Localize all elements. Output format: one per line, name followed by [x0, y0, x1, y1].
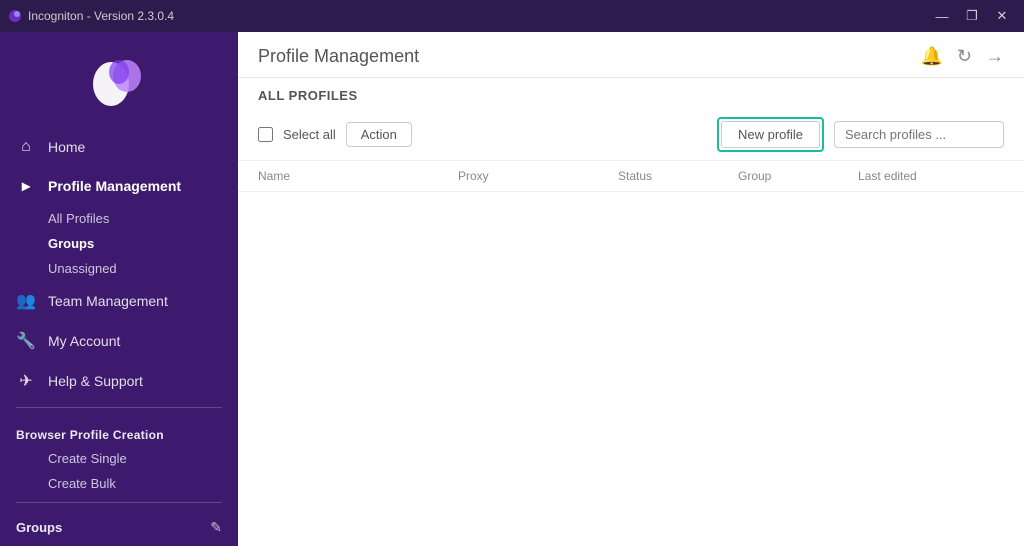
browser-profile-creation-label: Browser Profile Creation	[0, 414, 238, 446]
sidebar-item-help-label: Help & Support	[48, 373, 143, 389]
groups-section-row: Groups ✎	[0, 509, 238, 540]
table-header: Name Proxy Status Group Last edited	[238, 161, 1024, 192]
sidebar-item-home-label: Home	[48, 139, 85, 155]
sidebar-unassigned-group[interactable]: Unassigned (0)	[0, 540, 238, 546]
logo-svg	[89, 52, 149, 112]
col-header-group: Group	[738, 169, 858, 183]
cursor-icon: ▸	[16, 176, 36, 196]
sidebar-sub-groups[interactable]: Groups	[0, 231, 238, 256]
sidebar-item-help-support[interactable]: ✈ Help & Support	[0, 361, 238, 401]
sidebar-logo	[0, 32, 238, 128]
home-icon: ⌂	[16, 138, 36, 156]
title-bar: Incogniton - Version 2.3.0.4 — ❐ ✕	[0, 0, 1024, 32]
app-body: ⌂ Home ▸ Profile Management All Profiles…	[0, 32, 1024, 546]
page-title: Profile Management	[258, 46, 419, 67]
minimize-button[interactable]: —	[928, 5, 956, 27]
divider-2	[16, 502, 222, 503]
col-header-status: Status	[618, 169, 738, 183]
toolbar-right: New profile	[717, 117, 1004, 152]
col-header-last-edited: Last edited	[858, 169, 1004, 183]
main-content: Profile Management 🔔 ↻ → ALL PROFILES Se…	[238, 32, 1024, 546]
new-profile-button[interactable]: New profile	[721, 121, 820, 148]
new-profile-btn-wrapper: New profile	[717, 117, 824, 152]
wrench-icon: 🔧	[16, 331, 36, 351]
col-header-name: Name	[258, 169, 458, 183]
search-profiles-input[interactable]	[834, 121, 1004, 148]
sidebar-nav: ⌂ Home ▸ Profile Management All Profiles…	[0, 128, 238, 546]
maximize-button[interactable]: ❐	[958, 5, 986, 27]
groups-edit-icon[interactable]: ✎	[210, 519, 222, 536]
sidebar-sub-unassigned[interactable]: Unassigned	[0, 256, 238, 281]
header-icons: 🔔 ↻ →	[920, 46, 1004, 67]
sidebar-item-profile-management-label: Profile Management	[48, 178, 181, 194]
close-button[interactable]: ✕	[988, 5, 1016, 27]
send-icon: ✈	[16, 371, 36, 391]
section-title-bar: ALL PROFILES	[238, 78, 1024, 111]
title-bar-left: Incogniton - Version 2.3.0.4	[8, 9, 174, 23]
toolbar: Select all Action New profile	[238, 111, 1024, 161]
sidebar-sub-all-profiles[interactable]: All Profiles	[0, 206, 238, 231]
sidebar-item-team-management[interactable]: 👥 Team Management	[0, 281, 238, 321]
title-bar-controls: — ❐ ✕	[928, 5, 1016, 27]
sidebar-create-single[interactable]: Create Single	[0, 446, 238, 471]
forward-icon[interactable]: →	[986, 46, 1004, 67]
notification-icon[interactable]: 🔔	[920, 46, 942, 67]
table-body	[238, 192, 1024, 546]
sidebar-item-profile-management[interactable]: ▸ Profile Management	[0, 166, 238, 206]
select-all-checkbox[interactable]	[258, 127, 273, 142]
sidebar: ⌂ Home ▸ Profile Management All Profiles…	[0, 32, 238, 546]
refresh-icon[interactable]: ↻	[957, 46, 972, 67]
divider-1	[16, 407, 222, 408]
sidebar-create-bulk[interactable]: Create Bulk	[0, 471, 238, 496]
sidebar-item-home[interactable]: ⌂ Home	[0, 128, 238, 166]
groups-label: Groups	[16, 520, 62, 535]
sidebar-item-my-account-label: My Account	[48, 333, 120, 349]
team-icon: 👥	[16, 291, 36, 311]
main-header: Profile Management 🔔 ↻ →	[238, 32, 1024, 78]
action-button[interactable]: Action	[346, 122, 412, 147]
sidebar-item-team-label: Team Management	[48, 293, 168, 309]
sidebar-item-my-account[interactable]: 🔧 My Account	[0, 321, 238, 361]
select-all-label[interactable]: Select all	[283, 127, 336, 142]
col-header-proxy: Proxy	[458, 169, 618, 183]
app-title: Incogniton - Version 2.3.0.4	[28, 9, 174, 23]
app-icon	[8, 9, 22, 23]
